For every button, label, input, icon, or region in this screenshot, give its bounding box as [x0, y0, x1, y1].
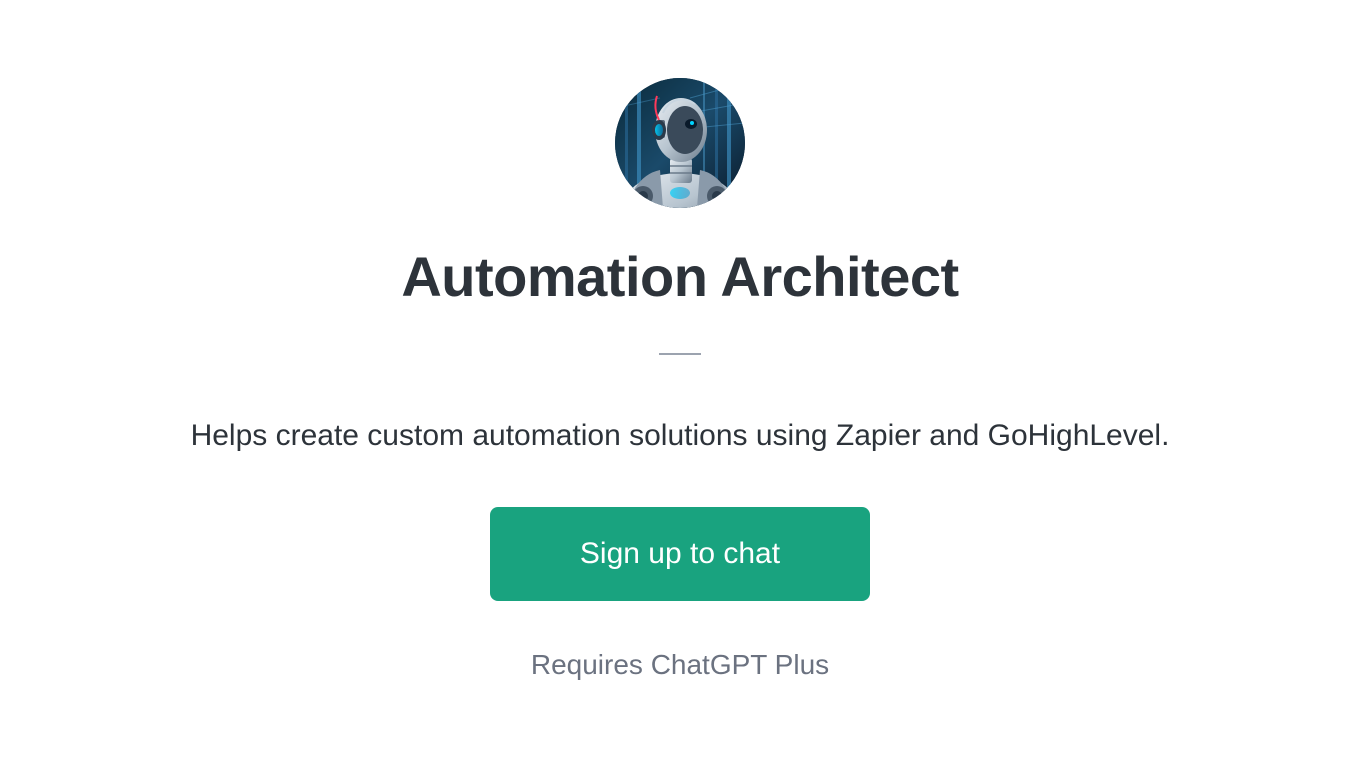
gpt-avatar	[615, 78, 745, 208]
signup-button[interactable]: Sign up to chat	[490, 507, 870, 601]
requires-plus-text: Requires ChatGPT Plus	[531, 649, 829, 681]
gpt-title: Automation Architect	[401, 244, 958, 309]
gpt-description: Helps create custom automation solutions…	[191, 419, 1170, 453]
divider	[659, 353, 701, 355]
